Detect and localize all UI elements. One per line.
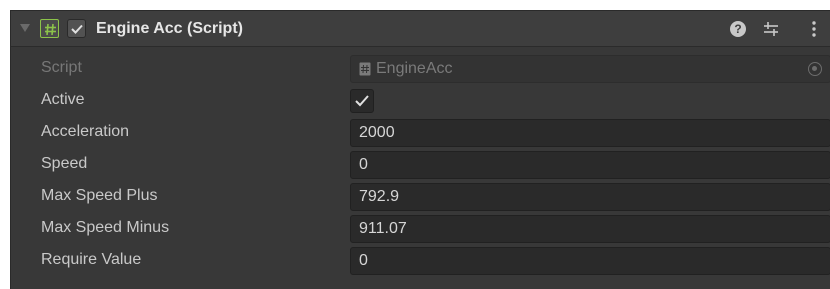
require-value-input[interactable]: 0 <box>350 247 830 275</box>
max-speed-plus-input[interactable]: 792.9 <box>350 183 830 211</box>
acceleration-value: 2000 <box>359 124 395 141</box>
field-row-max-speed-plus: Max Speed Plus 792.9 <box>11 181 830 213</box>
field-label-speed: Speed <box>41 155 88 172</box>
acceleration-input[interactable]: 2000 <box>350 119 830 147</box>
help-icon[interactable]: ? <box>729 20 747 38</box>
max-speed-minus-input[interactable]: 911.07 <box>350 215 830 243</box>
field-row-acceleration: Acceleration 2000 <box>11 117 830 149</box>
checkmark-icon <box>355 95 369 107</box>
foldout-arrow-icon[interactable] <box>20 24 30 32</box>
field-row-require-value: Require Value 0 <box>11 245 830 277</box>
speed-input[interactable]: 0 <box>350 151 830 179</box>
preset-icon[interactable] <box>762 20 780 38</box>
component-enabled-checkbox[interactable] <box>67 19 86 38</box>
field-row-active: Active <box>11 85 830 117</box>
object-picker-icon[interactable] <box>808 62 822 76</box>
max-speed-minus-value: 911.07 <box>359 220 407 237</box>
kebab-menu-icon[interactable] <box>805 20 823 38</box>
component-panel: Engine Acc (Script) ? Script EngineAcc A… <box>10 10 830 289</box>
field-label-active: Active <box>41 91 85 108</box>
field-row-script: Script EngineAcc <box>11 53 830 85</box>
field-label-acceleration: Acceleration <box>41 123 130 140</box>
field-row-speed: Speed 0 <box>11 149 830 181</box>
csharp-script-icon <box>40 19 59 38</box>
field-label-script: Script <box>41 59 82 76</box>
speed-value: 0 <box>359 156 368 173</box>
component-header[interactable]: Engine Acc (Script) ? <box>11 11 830 47</box>
field-row-max-speed-minus: Max Speed Minus 911.07 <box>11 213 830 245</box>
active-checkbox[interactable] <box>350 89 374 113</box>
checkmark-icon <box>71 24 83 34</box>
max-speed-plus-value: 792.9 <box>359 188 400 205</box>
field-label-max-speed-minus: Max Speed Minus <box>41 219 170 236</box>
script-object-field[interactable]: EngineAcc <box>350 55 830 83</box>
field-label-require-value: Require Value <box>41 251 142 268</box>
component-title: Engine Acc (Script) <box>96 20 243 37</box>
script-file-icon <box>359 62 371 76</box>
svg-text:?: ? <box>734 22 741 36</box>
field-label-max-speed-plus: Max Speed Plus <box>41 187 158 204</box>
script-object-value: EngineAcc <box>376 60 453 77</box>
require-value-value: 0 <box>359 252 368 269</box>
